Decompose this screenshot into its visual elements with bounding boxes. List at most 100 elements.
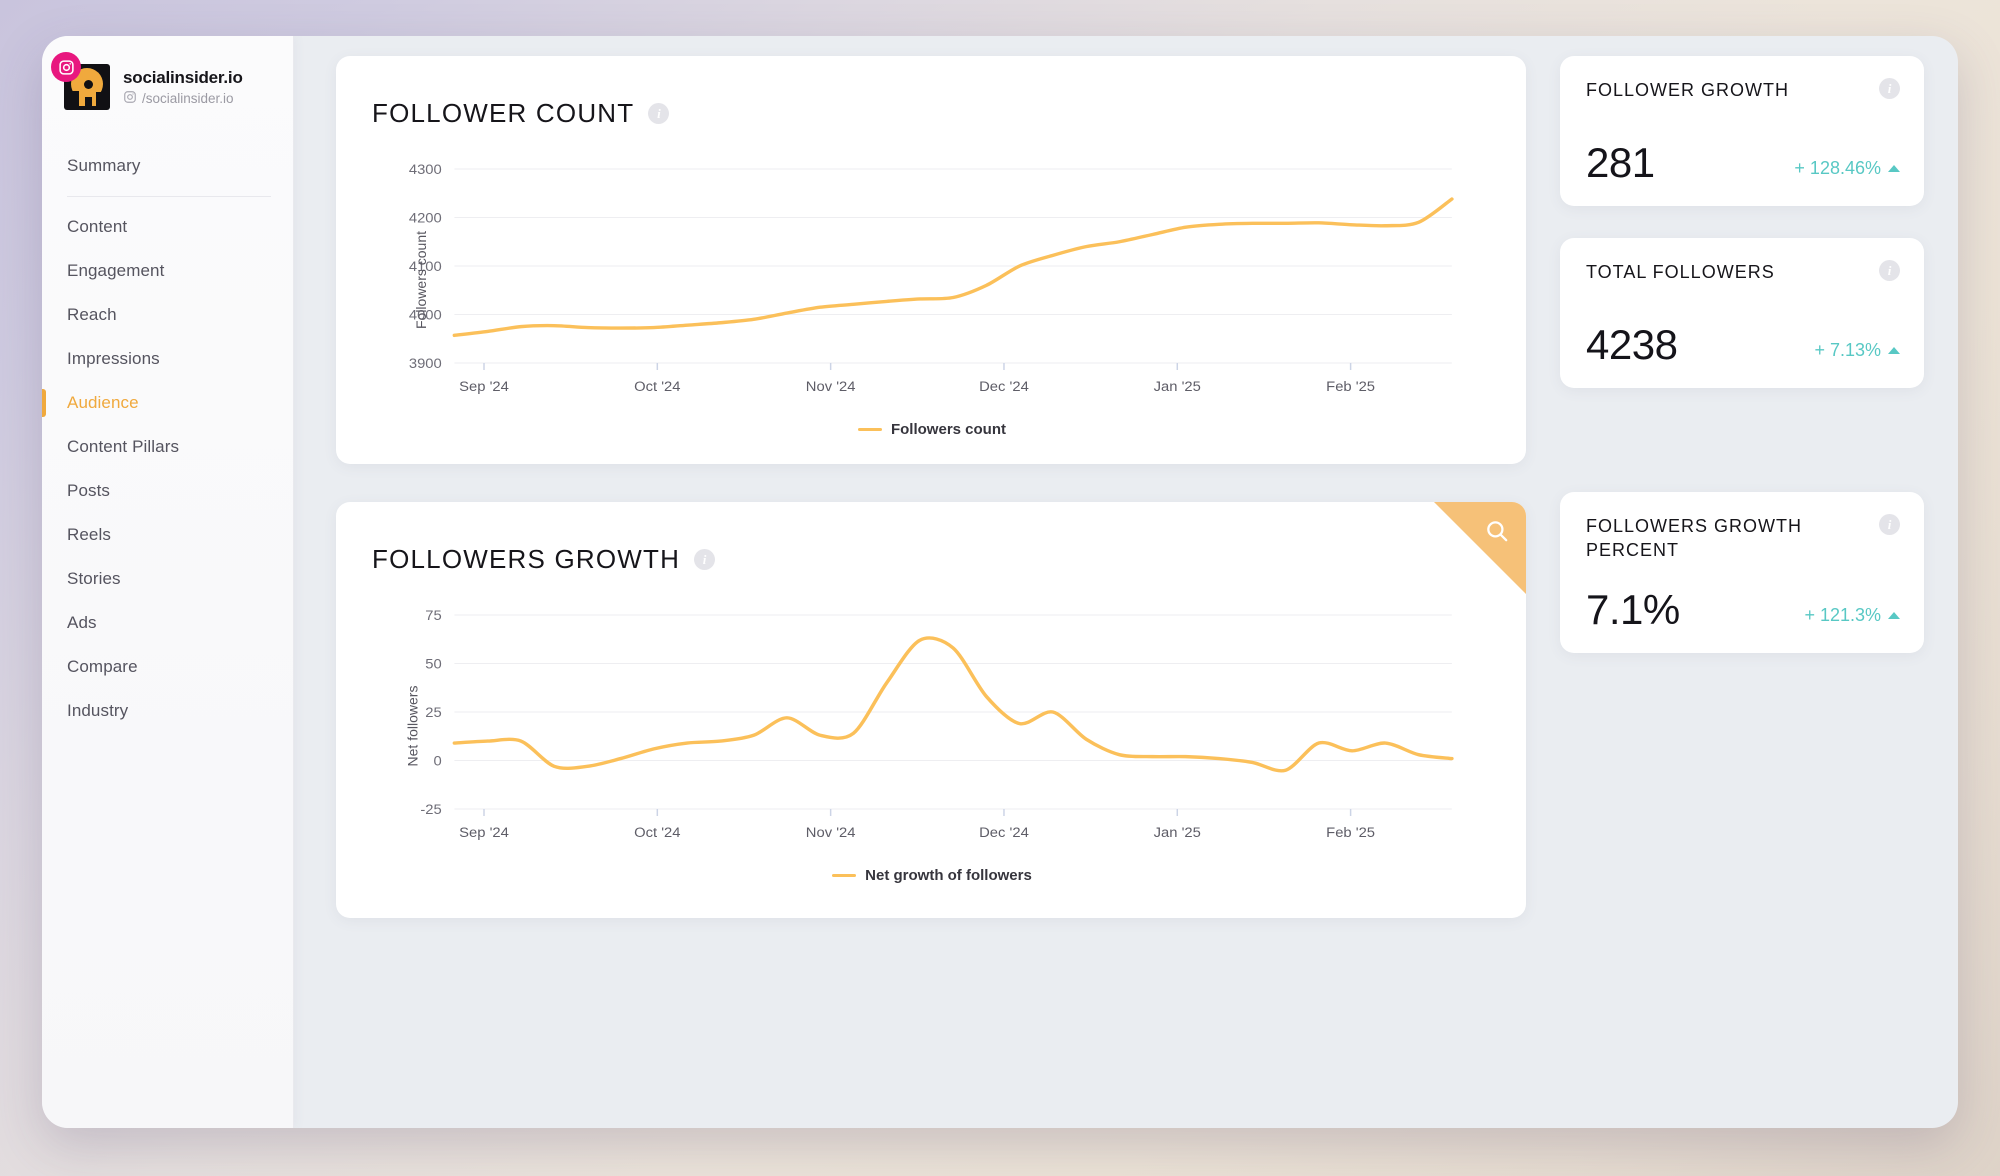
profile-handle-text: /socialinsider.io [142, 91, 234, 107]
sidebar-item-label: Reach [67, 305, 117, 324]
sidebar-item-reach[interactable]: Reach [42, 293, 293, 337]
profile-handle-row: /socialinsider.io [123, 90, 243, 107]
info-icon[interactable]: i [648, 103, 670, 124]
svg-text:Sep '24: Sep '24 [459, 825, 509, 841]
svg-text:Oct '24: Oct '24 [634, 825, 680, 841]
svg-text:25: 25 [425, 705, 441, 721]
status-badge: FOLLOWERS GROWTH PERCENT [1586, 516, 1803, 561]
main-content: FOLLOWER COUNT i Followers count 3900 400… [294, 36, 1958, 1128]
y-axis-label: Followers count [413, 230, 430, 330]
sidebar: socialinsider.io /socialinsider.io Summa… [42, 36, 294, 1128]
chart-header: FOLLOWERS GROWTH i [372, 544, 1492, 575]
sidebar-item-audience[interactable]: Audience [42, 381, 293, 425]
svg-text:Feb '25: Feb '25 [1326, 379, 1375, 395]
stat-head: FOLLOWER GROWTH i [1586, 78, 1900, 102]
legend-label: Net growth of followers [865, 867, 1032, 884]
stat-foot: 281 + 128.46% [1586, 142, 1900, 184]
sidebar-item-label: Audience [67, 393, 139, 412]
stat-card-follower-growth: FOLLOWER GROWTH i 281 + 128.46% [1560, 56, 1924, 206]
stat-delta: + 7.13% [1814, 340, 1900, 366]
avatar-wrap [51, 52, 110, 110]
stat-foot: 7.1% + 121.3% [1586, 585, 1900, 633]
svg-text:4200: 4200 [409, 211, 442, 227]
sidebar-item-label: Summary [67, 156, 141, 175]
instagram-icon [51, 52, 81, 82]
charts-column: FOLLOWER COUNT i Followers count 3900 400… [336, 46, 1526, 1128]
profile-name: socialinsider.io [123, 67, 243, 87]
sidebar-item-content[interactable]: Content [42, 205, 293, 249]
info-icon[interactable]: i [1879, 514, 1900, 535]
arrow-up-icon [1888, 347, 1900, 354]
sidebar-item-label: Industry [67, 701, 129, 720]
followers-growth-plot: Net followers -25 0 25 50 75 Sep '24 Oct '24 No… [372, 601, 1492, 851]
sidebar-item-industry[interactable]: Industry [42, 689, 293, 733]
sidebar-item-label: Engagement [67, 261, 165, 280]
legend-label: Followers count [890, 421, 1006, 438]
stat-value: 7.1% [1586, 585, 1680, 633]
svg-text:Dec '24: Dec '24 [979, 379, 1029, 395]
sidebar-item-label: Impressions [67, 349, 160, 368]
stat-head: FOLLOWERS GROWTH PERCENT i [1586, 514, 1900, 563]
sidebar-item-label: Posts [67, 481, 111, 500]
svg-text:Sep '24: Sep '24 [459, 379, 509, 395]
sidebar-item-impressions[interactable]: Impressions [42, 337, 293, 381]
sidebar-item-label: Reels [67, 525, 111, 544]
arrow-up-icon [1888, 165, 1900, 172]
svg-text:4300: 4300 [409, 162, 442, 178]
svg-text:3900: 3900 [409, 356, 442, 372]
stat-delta: + 128.46% [1794, 158, 1900, 184]
sidebar-item-stories[interactable]: Stories [42, 557, 293, 601]
follower-count-plot: Followers count 3900 4000 4100 4200 4300 Sep … [372, 155, 1492, 405]
stat-foot: 4238 + 7.13% [1586, 324, 1900, 366]
sidebar-item-reels[interactable]: Reels [42, 513, 293, 557]
sidebar-divider [67, 196, 271, 197]
chart-header: FOLLOWER COUNT i [372, 98, 1492, 129]
legend-swatch [832, 874, 857, 877]
sidebar-item-label: Ads [67, 613, 97, 632]
sidebar-item-posts[interactable]: Posts [42, 469, 293, 513]
info-icon[interactable]: i [1879, 260, 1900, 281]
sidebar-item-content-pillars[interactable]: Content Pillars [42, 425, 293, 469]
stat-delta-text: + 7.13% [1814, 340, 1881, 360]
profile-header: socialinsider.io /socialinsider.io [42, 52, 293, 110]
chart-legend: Net growth of followers [372, 867, 1492, 884]
sidebar-item-summary[interactable]: Summary [42, 144, 293, 188]
sidebar-item-compare[interactable]: Compare [42, 645, 293, 689]
svg-text:75: 75 [425, 608, 441, 624]
stat-value: 4238 [1586, 321, 1678, 368]
sidebar-item-label: Content Pillars [67, 437, 180, 456]
follower-count-chart-card: FOLLOWER COUNT i Followers count 3900 400… [336, 56, 1526, 464]
sidebar-item-label: Content [67, 217, 128, 236]
stat-delta-text: + 121.3% [1804, 604, 1881, 625]
follower-count-svg: 39004000410042004300Sep '24 Oct '24 Nov '2… [409, 162, 1454, 395]
stat-cards-column: FOLLOWER GROWTH i 281 + 128.46% TOTAL FO… [1560, 46, 1924, 1128]
sidebar-item-ads[interactable]: Ads [42, 601, 293, 645]
svg-text:Jan '25: Jan '25 [1154, 825, 1201, 841]
status-badge: FOLLOWER GROWTH [1586, 80, 1789, 100]
sidebar-nav: Summary Content Engagement Reach Impress… [42, 144, 293, 733]
svg-text:Jan '25: Jan '25 [1154, 379, 1201, 395]
y-axis-label: Net followers [404, 685, 421, 767]
instagram-small-icon [123, 90, 137, 107]
stat-head: TOTAL FOLLOWERS i [1586, 260, 1900, 284]
stat-card-total-followers: TOTAL FOLLOWERS i 4238 + 7.13% [1560, 238, 1924, 388]
stat-delta: + 121.3% [1804, 605, 1900, 631]
stat-delta-text: + 128.46% [1794, 158, 1881, 178]
svg-text:Dec '24: Dec '24 [979, 825, 1029, 841]
page-title: FOLLOWERS GROWTH [372, 544, 681, 574]
followers-growth-chart-card: FOLLOWERS GROWTH i Net followers -25 0 25 5… [336, 502, 1526, 918]
svg-text:Feb '25: Feb '25 [1326, 825, 1375, 841]
stat-value: 281 [1586, 139, 1655, 186]
sidebar-item-engagement[interactable]: Engagement [42, 249, 293, 293]
svg-text:0: 0 [434, 754, 442, 770]
svg-text:Nov '24: Nov '24 [806, 825, 856, 841]
info-icon[interactable]: i [694, 549, 716, 570]
app-window: socialinsider.io /socialinsider.io Summa… [42, 36, 1958, 1128]
svg-text:Nov '24: Nov '24 [806, 379, 856, 395]
sidebar-item-label: Stories [67, 569, 121, 588]
page-title: FOLLOWER COUNT [372, 98, 635, 128]
stat-card-followers-growth-percent: FOLLOWERS GROWTH PERCENT i 7.1% + 121.3% [1560, 492, 1924, 653]
info-icon[interactable]: i [1879, 78, 1900, 99]
magnifier-icon[interactable] [1434, 502, 1526, 594]
svg-text:-25: -25 [420, 802, 441, 818]
